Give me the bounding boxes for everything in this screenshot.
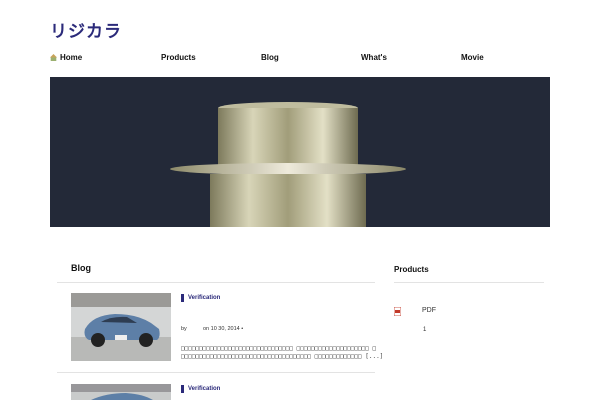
divider (394, 282, 544, 283)
post-category[interactable]: Verification (181, 294, 220, 302)
post-thumbnail[interactable] (71, 293, 171, 361)
post-author: by (181, 326, 187, 332)
sidebar-heading: Products (394, 265, 429, 274)
nav-blog[interactable]: Blog (261, 53, 279, 62)
home-icon (50, 54, 57, 61)
car-photo (71, 293, 171, 361)
post-thumbnail[interactable] (71, 384, 171, 400)
post-category[interactable]: Verification (181, 385, 220, 393)
divider (57, 282, 375, 283)
blog-heading: Blog (71, 263, 91, 273)
sidebar-count: 1 (423, 327, 427, 333)
post-date: on 10 30, 2014 • (203, 326, 244, 332)
nav-movie[interactable]: Movie (461, 53, 484, 62)
post-excerpt-line2: □□□□□□□□□□□□□□□□□□□□□□□□□□□□□□□□□□□□ □□□… (181, 353, 384, 360)
car-photo (71, 384, 171, 400)
nav-whats[interactable]: What's (361, 53, 387, 62)
pdf-icon (394, 307, 401, 316)
divider (57, 372, 375, 373)
site-logo[interactable]: リジカラ (50, 17, 122, 42)
hero-product-photo (50, 77, 550, 227)
hero-image (50, 77, 550, 227)
nav-home-label: Home (60, 53, 83, 62)
main-nav: Home Products Blog What's Movie (50, 53, 550, 65)
nav-home[interactable]: Home (50, 53, 82, 62)
nav-products[interactable]: Products (161, 53, 196, 62)
pdf-link[interactable]: PDF (422, 307, 436, 314)
